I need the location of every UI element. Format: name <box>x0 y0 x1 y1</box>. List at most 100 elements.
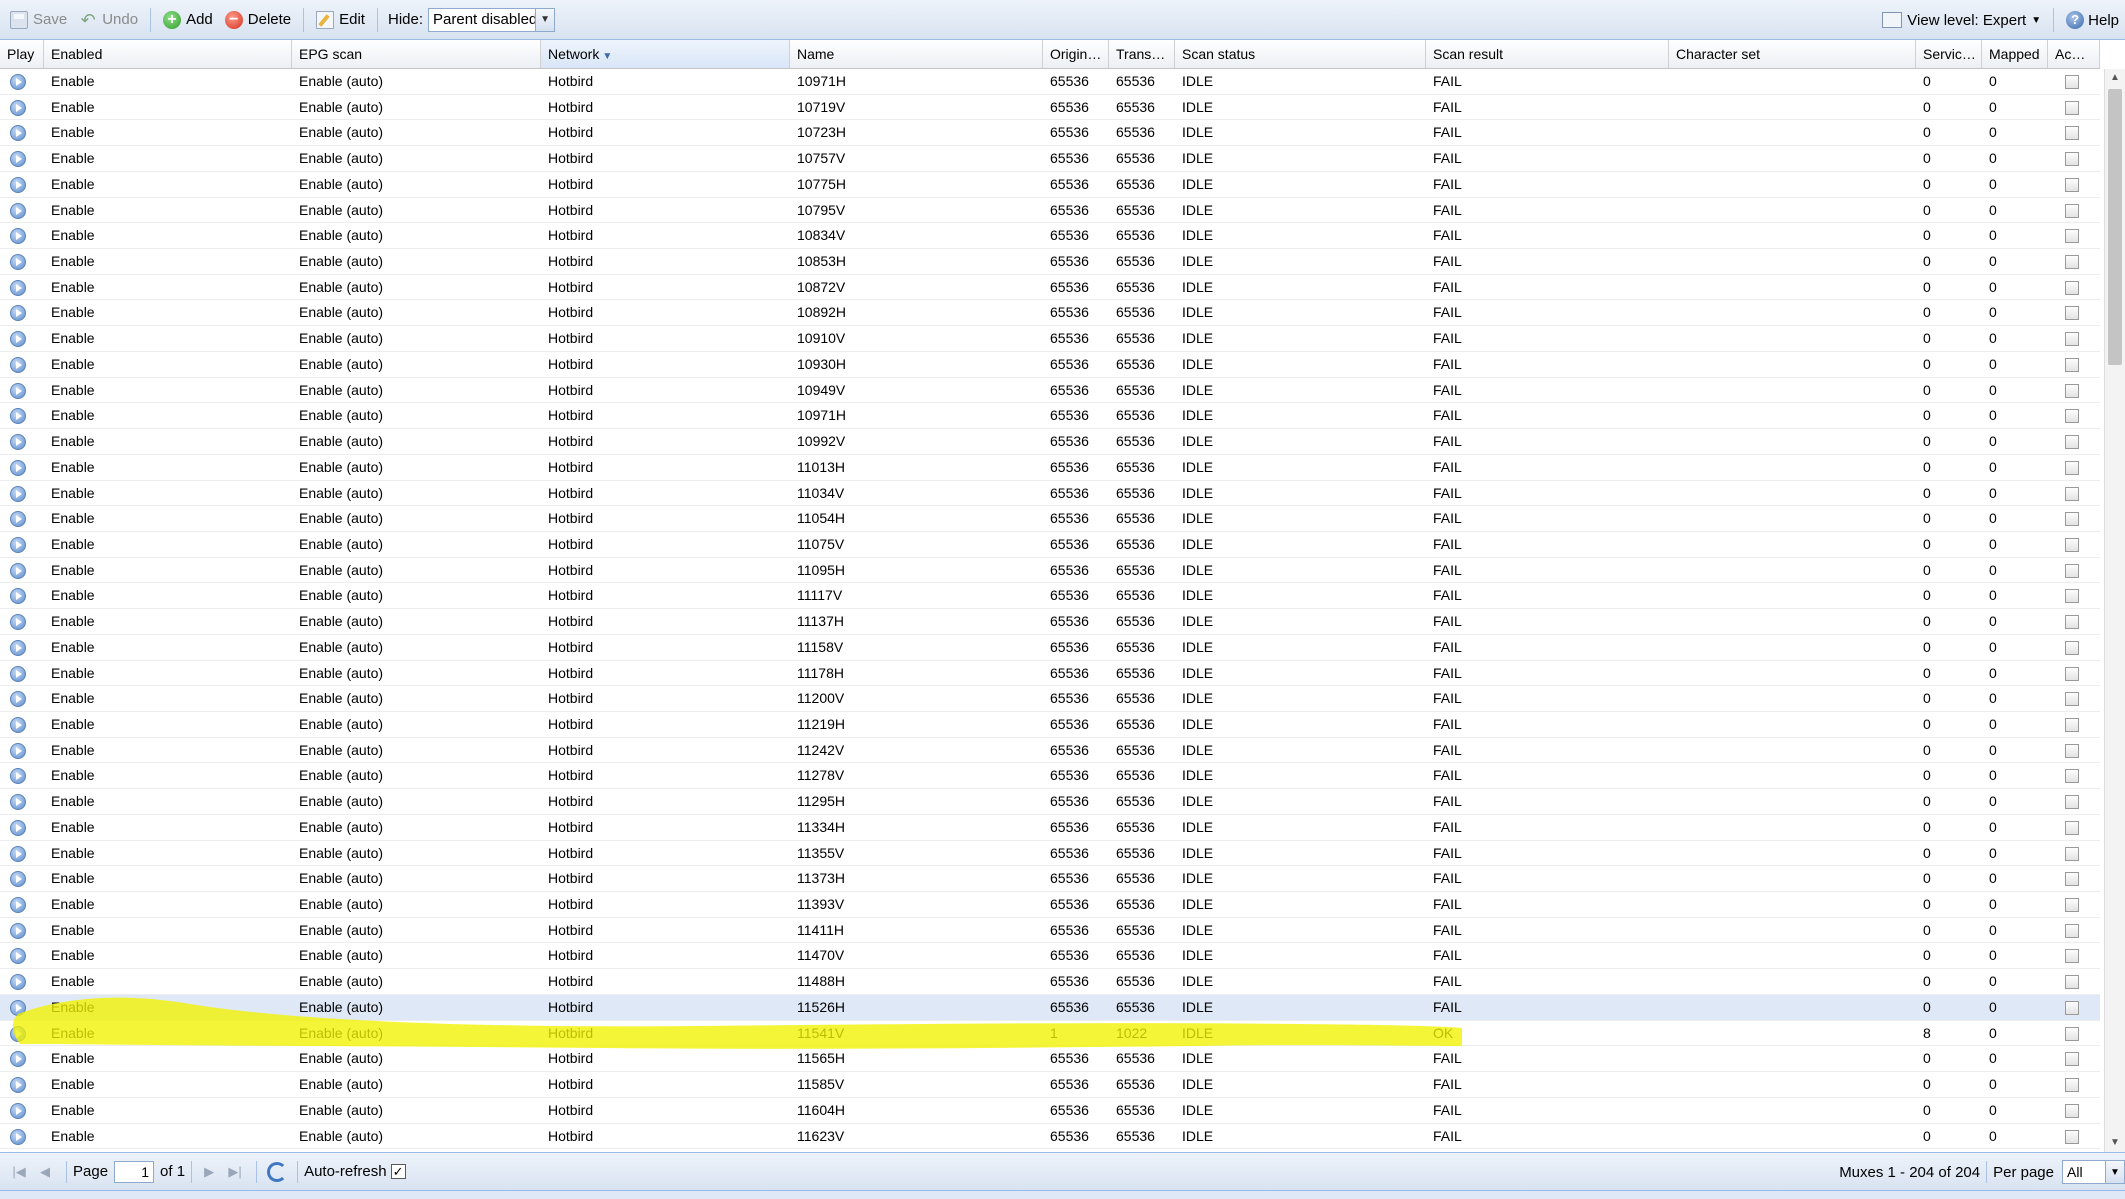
play-icon[interactable] <box>10 356 26 373</box>
table-row[interactable]: Enable Enable (auto) Hotbird 11200V 65536 655… <box>0 686 2100 712</box>
vertical-scrollbar[interactable]: ▲ ▼ <box>2104 69 2125 1152</box>
play-icon[interactable] <box>10 742 26 759</box>
accept-checkbox[interactable] <box>2065 229 2079 244</box>
table-row[interactable]: Enable Enable (auto) Hotbird 11075V 65536 655… <box>0 532 2100 558</box>
accept-checkbox[interactable] <box>2065 306 2079 321</box>
accept-checkbox[interactable] <box>2065 563 2079 578</box>
table-row[interactable]: Enable Enable (auto) Hotbird 11604H 65536 655… <box>0 1098 2100 1124</box>
table-row[interactable]: Enable Enable (auto) Hotbird 11334H 65536 655… <box>0 815 2100 841</box>
table-row[interactable]: Enable Enable (auto) Hotbird 11178H 65536 655… <box>0 661 2100 687</box>
per-page-select[interactable]: All ▼ <box>2062 1160 2125 1184</box>
table-row[interactable]: Enable Enable (auto) Hotbird 10992V 65536 655… <box>0 429 2100 455</box>
accept-checkbox[interactable] <box>2065 949 2079 964</box>
accept-checkbox[interactable] <box>2065 846 2079 861</box>
play-icon[interactable] <box>10 176 26 193</box>
accept-checkbox[interactable] <box>2065 1052 2079 1067</box>
play-icon[interactable] <box>10 99 26 116</box>
play-icon[interactable] <box>10 974 26 991</box>
chevron-down-icon[interactable]: ▼ <box>2105 1161 2124 1183</box>
table-row[interactable]: Enable Enable (auto) Hotbird 10892H 65536 655… <box>0 300 2100 327</box>
accept-checkbox[interactable] <box>2065 255 2079 270</box>
play-icon[interactable] <box>10 1077 26 1094</box>
view-level-button[interactable]: View level: Expert ▼ <box>1876 6 2047 34</box>
accept-checkbox[interactable] <box>2065 75 2079 89</box>
play-icon[interactable] <box>10 794 26 811</box>
table-row[interactable]: Enable Enable (auto) Hotbird 11565H 65536 655… <box>0 1046 2100 1073</box>
accept-checkbox[interactable] <box>2065 357 2079 372</box>
column-header-enabled[interactable]: Enabled <box>44 40 292 68</box>
table-row[interactable]: Enable Enable (auto) Hotbird 11137H 65536 655… <box>0 609 2100 635</box>
column-header-mapped[interactable]: Mapped <box>1982 40 2048 68</box>
column-header-scan-status[interactable]: Scan status <box>1175 40 1426 68</box>
play-icon[interactable] <box>10 536 26 553</box>
accept-checkbox[interactable] <box>2065 743 2079 758</box>
table-row[interactable]: Enable Enable (auto) Hotbird 11355V 65536 655… <box>0 841 2100 867</box>
accept-checkbox[interactable] <box>2065 795 2079 810</box>
column-header-network[interactable]: Network ▼ <box>541 40 790 68</box>
column-header-name[interactable]: Name <box>790 40 1043 68</box>
accept-checkbox[interactable] <box>2065 923 2079 938</box>
play-icon[interactable] <box>10 202 26 219</box>
accept-checkbox[interactable] <box>2065 537 2079 552</box>
accept-checkbox[interactable] <box>2065 126 2079 141</box>
refresh-icon[interactable] <box>267 1161 288 1182</box>
play-icon[interactable] <box>10 254 26 271</box>
table-row[interactable]: Enable Enable (auto) Hotbird 10757V 65536 655… <box>0 146 2100 172</box>
play-icon[interactable] <box>10 125 26 142</box>
accept-checkbox[interactable] <box>2065 280 2079 295</box>
play-icon[interactable] <box>10 871 26 888</box>
scrollbar-thumb[interactable] <box>2108 89 2122 365</box>
accept-checkbox[interactable] <box>2065 435 2079 450</box>
first-page-icon[interactable]: |◀ <box>8 1161 30 1183</box>
play-icon[interactable] <box>10 948 26 965</box>
accept-checkbox[interactable] <box>2065 666 2079 681</box>
save-button[interactable]: Save <box>4 6 73 34</box>
table-row[interactable]: Enable Enable (auto) Hotbird 11585V 65536 655… <box>0 1072 2100 1098</box>
table-row[interactable]: Enable Enable (auto) Hotbird 11470V 65536 655… <box>0 943 2100 970</box>
previous-page-icon[interactable]: ◀ <box>34 1161 56 1183</box>
play-icon[interactable] <box>10 768 26 785</box>
last-page-icon[interactable]: ▶| <box>224 1161 246 1183</box>
accept-checkbox[interactable] <box>2065 409 2079 424</box>
accept-checkbox[interactable] <box>2065 1078 2079 1093</box>
play-icon[interactable] <box>10 999 26 1016</box>
accept-checkbox[interactable] <box>2065 872 2079 887</box>
table-row[interactable]: Enable Enable (auto) Hotbird 11054H 65536 655… <box>0 506 2100 532</box>
table-row[interactable]: Enable Enable (auto) Hotbird 10723H 65536 655… <box>0 120 2100 147</box>
play-icon[interactable] <box>10 228 26 245</box>
table-row[interactable]: Enable Enable (auto) Hotbird 10872V 65536 655… <box>0 275 2100 301</box>
play-icon[interactable] <box>10 1051 26 1068</box>
accept-checkbox[interactable] <box>2065 820 2079 835</box>
hide-select[interactable]: Parent disabled ▼ <box>428 7 556 32</box>
table-row[interactable]: Enable Enable (auto) Hotbird 10719V 65536 655… <box>0 95 2100 121</box>
play-icon[interactable] <box>10 665 26 682</box>
column-header-play[interactable]: Play <box>0 40 44 68</box>
scroll-down-icon[interactable]: ▼ <box>2105 1134 2125 1152</box>
accept-checkbox[interactable] <box>2065 152 2079 167</box>
accept-checkbox[interactable] <box>2065 692 2079 707</box>
table-row[interactable]: Enable Enable (auto) Hotbird 11117V 65536 655… <box>0 583 2100 610</box>
accept-checkbox[interactable] <box>2065 203 2079 218</box>
column-header-scan-result[interactable]: Scan result <box>1426 40 1669 68</box>
column-header-transport-stream-id[interactable]: Trans… <box>1109 40 1175 68</box>
play-icon[interactable] <box>10 588 26 605</box>
play-icon[interactable] <box>10 562 26 579</box>
table-row[interactable]: Enable Enable (auto) Hotbird 10949V 65536 655… <box>0 378 2100 404</box>
table-row[interactable]: Enable Enable (auto) Hotbird 11373H 65536 655… <box>0 866 2100 893</box>
accept-checkbox[interactable] <box>2065 589 2079 604</box>
accept-checkbox[interactable] <box>2065 1129 2079 1144</box>
play-icon[interactable] <box>10 74 26 90</box>
table-row[interactable]: Enable Enable (auto) Hotbird 11488H 65536 655… <box>0 969 2100 995</box>
table-row[interactable]: Enable Enable (auto) Hotbird 11013H 65536 655… <box>0 455 2100 481</box>
play-icon[interactable] <box>10 922 26 939</box>
edit-button[interactable]: Edit <box>310 6 371 34</box>
table-row[interactable]: Enable Enable (auto) Hotbird 10971H 65536 655… <box>0 69 2100 95</box>
accept-checkbox[interactable] <box>2065 177 2079 192</box>
table-row[interactable]: Enable Enable (auto) Hotbird 11158V 65536 655… <box>0 635 2100 661</box>
table-row[interactable]: Enable Enable (auto) Hotbird 11393V 65536 655… <box>0 892 2100 918</box>
play-icon[interactable] <box>10 1128 26 1145</box>
play-icon[interactable] <box>10 459 26 476</box>
accept-checkbox[interactable] <box>2065 460 2079 475</box>
play-icon[interactable] <box>10 1102 26 1119</box>
play-icon[interactable] <box>10 408 26 425</box>
